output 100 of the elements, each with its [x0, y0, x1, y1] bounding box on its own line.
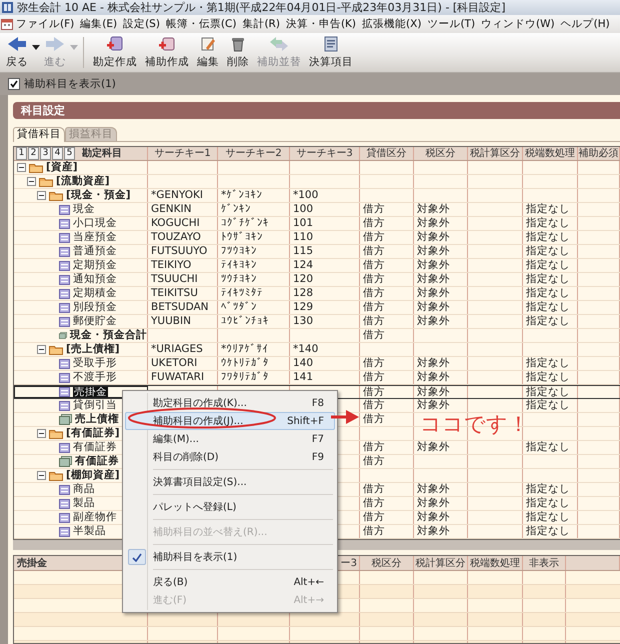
- tree-item[interactable]: [有価証券]: [66, 427, 120, 440]
- table-cell: 対象外: [414, 287, 468, 300]
- tree-item[interactable]: [資産]: [46, 161, 78, 174]
- tree-item[interactable]: 製品: [73, 497, 95, 510]
- tab[interactable]: 貸借科目: [13, 127, 65, 142]
- table-cell: 指定なし: [523, 287, 578, 300]
- tree-item[interactable]: 現金・預金合計: [70, 329, 147, 342]
- tree-item[interactable]: 売掛金: [73, 386, 108, 398]
- menu-item[interactable]: ファイル(F): [13, 17, 78, 31]
- table-cell: 借方: [360, 525, 414, 538]
- toolbar-button[interactable]: 補助作成: [141, 33, 193, 72]
- column-header: 勘定科目: [82, 147, 122, 160]
- table-cell: 借方: [360, 203, 414, 216]
- column-header: 補助必須: [578, 147, 620, 160]
- tree-item[interactable]: 現金: [73, 203, 95, 216]
- menu-item[interactable]: 編集(M)... F7: [125, 430, 335, 448]
- tree-item[interactable]: 小口現金: [73, 217, 117, 230]
- tree-item[interactable]: 有価証券: [75, 455, 119, 468]
- tree-item[interactable]: [現金・預金]: [66, 189, 131, 202]
- tree-item[interactable]: [棚卸資産]: [66, 469, 120, 482]
- tree-item[interactable]: 普通預金: [73, 245, 117, 258]
- collapse-icon[interactable]: [37, 345, 46, 354]
- table-cell: 借方: [360, 231, 414, 244]
- collapse-icon[interactable]: [27, 177, 36, 186]
- tree-item[interactable]: 別段預金: [73, 301, 117, 314]
- menu-item[interactable]: 集計(R): [239, 17, 283, 31]
- table-cell: 借方: [360, 301, 414, 314]
- menu-item[interactable]: 補助科目の作成(J)... Shift+F: [125, 412, 335, 430]
- table-cell: ﾂｳﾁﾖｷﾝ: [218, 273, 290, 286]
- menu-item[interactable]: 戻る(B) Alt+←: [125, 573, 335, 591]
- collapse-icon[interactable]: [37, 191, 46, 200]
- table-cell: 対象外: [414, 357, 468, 370]
- table-cell: 140: [290, 357, 360, 370]
- table-cell: 対象外: [414, 497, 468, 510]
- tree-item[interactable]: 貸倒引当: [73, 399, 117, 412]
- table-cell: 指定なし: [523, 231, 578, 244]
- toolbar-button[interactable]: 決算項目: [305, 33, 357, 72]
- level-button[interactable]: 3: [40, 147, 51, 160]
- level-button[interactable]: 4: [52, 147, 63, 160]
- collapse-icon[interactable]: [37, 429, 46, 438]
- menu-item[interactable]: 編集(E): [77, 17, 120, 31]
- tree-item[interactable]: 定期積金: [73, 287, 117, 300]
- menu-item[interactable]: 帳簿・伝票(C): [162, 17, 240, 31]
- level-button[interactable]: 1: [16, 147, 27, 160]
- collapse-icon[interactable]: [37, 471, 46, 480]
- folder-icon: [39, 176, 53, 186]
- tree-item[interactable]: 通知預金: [73, 273, 117, 286]
- checkbox[interactable]: [8, 78, 20, 90]
- table-cell: 対象外: [414, 483, 468, 496]
- column-header: 税区分: [360, 556, 414, 570]
- table-cell: *ｹﾞﾝﾖｷﾝ: [218, 189, 290, 202]
- account-icon: [59, 526, 70, 536]
- toolbar-button[interactable]: 勘定作成: [89, 33, 141, 72]
- level-button[interactable]: 2: [28, 147, 39, 160]
- menu-item[interactable]: 拡張機能(X): [359, 17, 424, 31]
- tree-item[interactable]: 半製品: [73, 525, 106, 538]
- tree-item[interactable]: 不渡手形: [73, 371, 117, 384]
- table-cell: 指定なし: [523, 371, 578, 384]
- tree-item[interactable]: 売上債権: [75, 413, 119, 426]
- table-cell: 指定なし: [523, 301, 578, 314]
- tree-item[interactable]: [流動資産]: [56, 175, 110, 188]
- tree-item[interactable]: [売上債権]: [66, 343, 120, 356]
- collapse-icon[interactable]: [17, 163, 26, 172]
- table-cell: 借方: [360, 413, 414, 426]
- menu-item[interactable]: 決算・申告(K): [282, 17, 360, 31]
- table-cell: 借方: [360, 273, 414, 286]
- account-icon: [59, 218, 70, 228]
- menu-item[interactable]: 科目の削除(D) F9: [125, 448, 335, 466]
- tree-item[interactable]: 当座預金: [73, 231, 117, 244]
- table-cell: 借方: [360, 217, 414, 230]
- table-cell: 130: [290, 315, 360, 328]
- table-cell: BETSUDAN: [148, 301, 218, 314]
- column-header: 税計算区分: [414, 556, 468, 570]
- menu-item[interactable]: ヘルプ(H): [558, 17, 613, 31]
- account-icon: [59, 358, 70, 368]
- table-cell: GENKIN: [148, 203, 218, 216]
- menu-item[interactable]: パレットへ登録(L): [125, 498, 335, 516]
- toolbar-button[interactable]: 削除: [223, 33, 253, 72]
- menu-item[interactable]: 決算書項目設定(S)...: [125, 473, 335, 491]
- tree-item[interactable]: 郵便貯金: [73, 315, 117, 328]
- toolbar-button[interactable]: 編集: [193, 33, 223, 72]
- account-icon: [59, 274, 70, 284]
- menu-item[interactable]: 勘定科目の作成(K)... F8: [125, 394, 335, 412]
- account-icon: [59, 512, 70, 522]
- tree-item[interactable]: 副産物作: [73, 511, 117, 524]
- table-cell: 対象外: [414, 217, 468, 230]
- tree-item[interactable]: 定期預金: [73, 259, 117, 272]
- toolbar-button[interactable]: 戻る: [2, 33, 32, 72]
- tree-item[interactable]: 受取手形: [73, 357, 117, 370]
- menu-item[interactable]: 設定(S): [120, 17, 163, 31]
- table-cell: 指定なし: [523, 273, 578, 286]
- menu-item[interactable]: ツール(T): [424, 17, 478, 31]
- tree-item[interactable]: 有価証券: [73, 441, 117, 454]
- table-cell: ﾕｳﾋﾞﾝﾁｮｷ: [218, 315, 290, 328]
- level-button[interactable]: 5: [64, 147, 75, 160]
- table-cell: 124: [290, 259, 360, 272]
- window-title: 弥生会計 10 AE - 株式会社サンプル・第1期(平成22年04月01日-平成23年03月31日) - [科目設定]: [17, 0, 506, 15]
- shortcut-label: Shift+F: [287, 416, 324, 426]
- tree-item[interactable]: 商品: [73, 483, 95, 496]
- menu-item[interactable]: ウィンドウ(W): [478, 17, 558, 31]
